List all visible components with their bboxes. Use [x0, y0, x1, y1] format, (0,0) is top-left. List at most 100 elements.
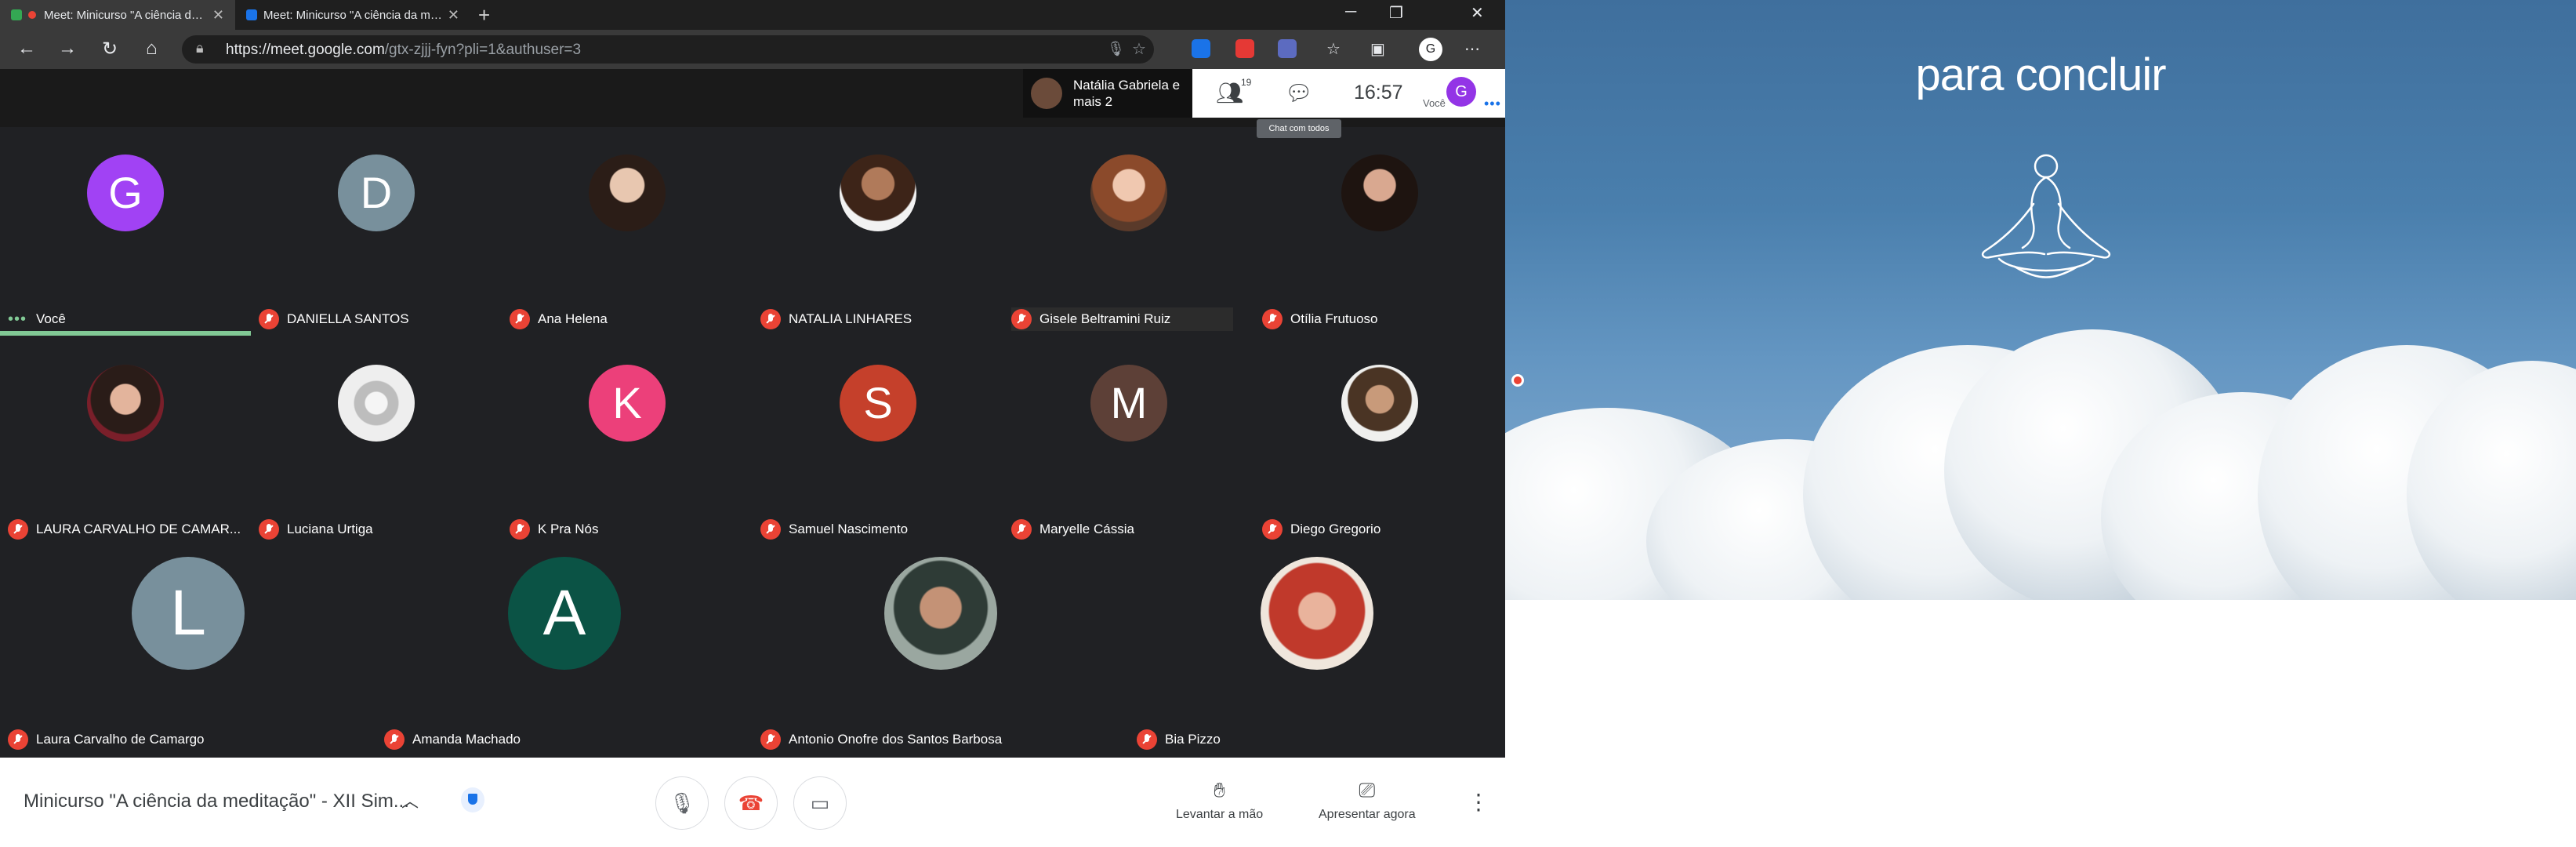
extension-icon[interactable]	[1192, 39, 1210, 58]
participant-tile[interactable]: NATALIA LINHARES	[753, 127, 1003, 337]
forward-icon[interactable]: →	[58, 38, 77, 60]
participant-name: Samuel Nascimento	[789, 522, 909, 536]
speaking-bar	[0, 331, 251, 336]
participant-label: Antonio Onofre dos Santos Barbosa	[760, 728, 1002, 751]
tab-meet-2[interactable]: Meet: Minicurso "A ciência da m… ✕	[235, 0, 470, 30]
close-window-icon[interactable]: ✕	[1471, 3, 1484, 23]
meeting-clock: 16:57	[1354, 82, 1403, 104]
participant-tile[interactable]: Ana Helena	[502, 127, 753, 337]
profile-avatar[interactable]: G	[1419, 38, 1442, 61]
participant-tile[interactable]: G ••• Você	[0, 127, 251, 337]
active-speaker-badge[interactable]: Natália Gabriela e mais 2	[1023, 69, 1192, 118]
participant-tile[interactable]: LAURA CARVALHO DE CAMAR...	[0, 337, 251, 547]
participant-avatar: S	[840, 365, 916, 442]
participant-tile[interactable]: K K Pra Nós	[502, 337, 753, 547]
mic-muted-icon	[8, 729, 28, 750]
participant-tile[interactable]: L Laura Carvalho de Camargo	[0, 547, 376, 758]
participant-name: LAURA CARVALHO DE CAMAR...	[36, 522, 241, 536]
present-screen-icon: ⎚	[1359, 778, 1376, 802]
participant-name: Antonio Onofre dos Santos Barbosa	[789, 732, 1003, 747]
chat-icon[interactable]: 💬︎	[1285, 80, 1313, 106]
tab-meet-1[interactable]: Meet: Minicurso "A ciência d… ✕	[0, 0, 235, 30]
self-avatar[interactable]: G	[1446, 77, 1476, 107]
participant-tile[interactable]: Antonio Onofre dos Santos Barbosa	[753, 547, 1129, 758]
meet-window: Meet: Minicurso "A ciência d… ✕ Meet: Mi…	[0, 0, 1505, 847]
participant-label: DANIELLA SANTOS	[259, 307, 409, 331]
participant-label: Maryelle Cássia	[1011, 518, 1134, 541]
participant-name: Bia Pizzo	[1165, 732, 1221, 747]
participant-name: Você	[36, 311, 66, 326]
lock-icon: 🔒︎	[196, 40, 204, 56]
participant-name: Laura Carvalho de Camargo	[36, 732, 205, 747]
participant-photo	[338, 365, 415, 442]
participant-label: Amanda Machado	[384, 728, 521, 751]
participant-tile[interactable]: Gisele Beltramini Ruiz	[1003, 127, 1254, 337]
slide-title: para concluir	[1915, 49, 2166, 100]
participant-tile[interactable]: Diego Gregorio	[1254, 337, 1505, 547]
mic-muted-icon	[760, 309, 781, 329]
reload-icon[interactable]: ↻	[102, 38, 118, 60]
meditation-figure-icon	[1981, 154, 2111, 278]
mic-muted-icon	[1262, 309, 1283, 329]
favorites-icon[interactable]: ☆	[1326, 39, 1341, 59]
participant-name: Maryelle Cássia	[1039, 522, 1134, 536]
participant-label: Ana Helena	[510, 307, 608, 331]
participant-photo	[884, 557, 997, 670]
participant-photo	[1341, 154, 1418, 231]
participant-photo	[1261, 557, 1373, 670]
hang-up-icon: ☎︎	[738, 791, 764, 815]
mic-muted-icon	[510, 519, 530, 540]
security-shield-icon[interactable]	[461, 787, 484, 812]
participant-tile[interactable]: S Samuel Nascimento	[753, 337, 1003, 547]
collections-icon[interactable]: ▣	[1370, 39, 1385, 59]
leave-call-button[interactable]: ☎︎	[724, 776, 778, 830]
more-options-icon[interactable]: •••	[1484, 96, 1501, 112]
self-label: Você	[1423, 97, 1446, 109]
minimize-icon[interactable]: ─	[1345, 3, 1356, 21]
participant-label: Bia Pizzo	[1137, 728, 1221, 751]
meet-controls-top: 👥︎ 19 💬︎ 16:57 Você G •••	[1192, 69, 1505, 118]
participant-tile[interactable]: A Amanda Machado	[376, 547, 753, 758]
url-text: https://meet.google.com/gtx-zjjj-fyn?pli…	[226, 42, 582, 58]
participant-tile[interactable]: Luciana Urtiga	[251, 337, 502, 547]
extension-icon[interactable]	[1278, 39, 1297, 58]
more-options-icon[interactable]: ⋮	[1468, 789, 1489, 815]
chevron-up-icon[interactable]: ︿	[401, 787, 419, 812]
participant-label: Luciana Urtiga	[259, 518, 373, 541]
participant-name: Diego Gregorio	[1290, 522, 1381, 536]
back-icon[interactable]: ←	[17, 38, 36, 60]
camera-toggle-button[interactable]: ▭	[793, 776, 847, 830]
mic-muted-icon	[760, 729, 781, 750]
browser-menu-icon[interactable]: ⋯	[1464, 39, 1480, 59]
meet-favicon-icon	[246, 9, 257, 20]
close-tab-icon[interactable]: ✕	[448, 7, 459, 24]
mic-muted-icon	[1011, 309, 1032, 329]
home-icon[interactable]: ⌂	[146, 38, 158, 60]
mic-muted-icon	[8, 519, 28, 540]
participant-label: ••• Você	[8, 307, 66, 331]
meeting-title[interactable]: Minicurso "A ciência da meditação" - XII…	[24, 791, 409, 812]
extension-icon[interactable]	[1235, 39, 1254, 58]
participant-photo	[87, 365, 164, 442]
present-now-button[interactable]: ⎚ Apresentar agora	[1319, 778, 1416, 822]
raise-hand-button[interactable]: ✋︎ Levantar a mão	[1176, 778, 1263, 822]
participant-tile[interactable]: D DANIELLA SANTOS	[251, 127, 502, 337]
participant-label: Samuel Nascimento	[760, 518, 908, 541]
participant-tile[interactable]: Bia Pizzo	[1129, 547, 1505, 758]
mic-toggle-button[interactable]: 🎙︎	[655, 776, 709, 830]
slide: para concluir	[1505, 0, 2576, 600]
mic-indicator-icon[interactable]: 🎙︎	[1107, 41, 1125, 57]
url-field[interactable]: 🔒︎ https://meet.google.com/gtx-zjjj-fyn?…	[182, 35, 1154, 64]
speaker-thumbnail	[1031, 78, 1062, 109]
recording-icon	[28, 11, 36, 19]
new-tab-icon[interactable]: +	[478, 3, 490, 27]
participant-label: LAURA CARVALHO DE CAMAR...	[8, 518, 241, 541]
people-icon[interactable]: 👥︎	[1216, 80, 1244, 106]
recording-indicator-icon	[1511, 374, 1524, 387]
participant-tile[interactable]: Otília Frutuoso	[1254, 127, 1505, 337]
restore-icon[interactable]: ❐	[1389, 3, 1403, 23]
favorite-star-icon[interactable]: ☆	[1132, 39, 1146, 59]
mic-muted-icon	[259, 309, 279, 329]
close-tab-icon[interactable]: ✕	[212, 7, 224, 24]
participant-tile[interactable]: M Maryelle Cássia	[1003, 337, 1254, 547]
